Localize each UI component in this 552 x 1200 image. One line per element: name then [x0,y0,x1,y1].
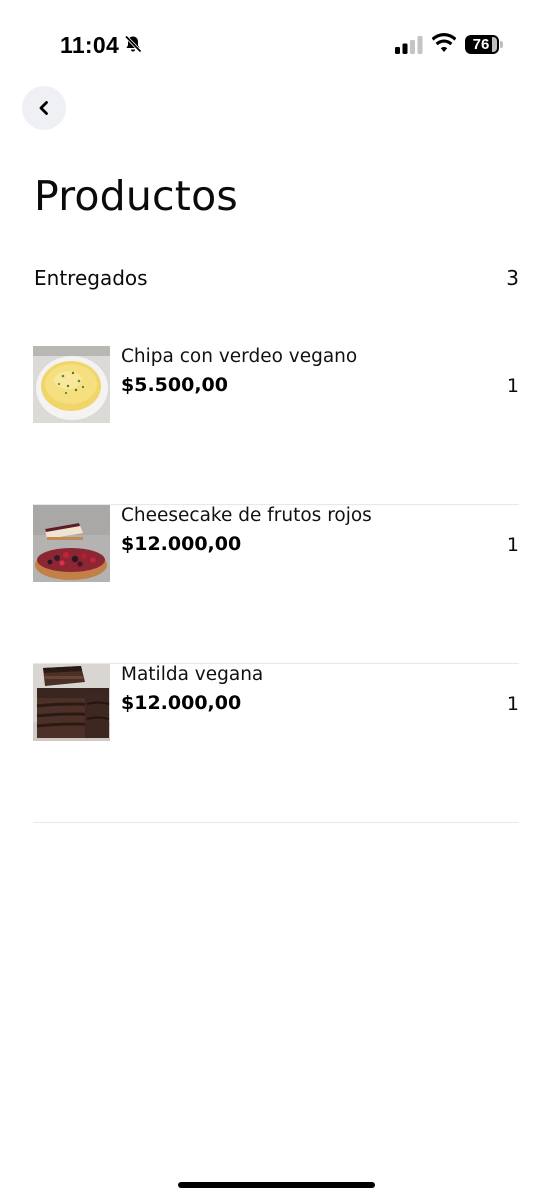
list-item[interactable]: Chipa con verdeo vegano $5.500,00 1 [33,346,519,505]
battery-icon: 76 [465,35,503,54]
section-label: Entregados [34,266,148,290]
signal-icon [395,36,423,54]
list-item[interactable]: Matilda vegana $12.000,00 1 [33,664,519,823]
product-price: $12.000,00 [121,692,242,714]
battery-level: 76 [472,36,490,53]
home-indicator[interactable] [178,1182,375,1188]
product-name: Matilda vegana [121,664,264,685]
product-name: Cheesecake de frutos rojos [121,505,372,526]
status-bar: 11:04 76 [0,0,552,90]
cheesecake-image [33,505,110,582]
product-price: $5.500,00 [121,374,228,396]
status-time: 11:04 [60,32,120,58]
product-list: Chipa con verdeo vegano $5.500,00 1 Chee… [33,346,519,823]
product-quantity: 1 [506,534,519,556]
product-name: Chipa con verdeo vegano [121,346,358,367]
bell-slash-icon [123,34,143,54]
section-count: 3 [506,266,519,290]
list-item[interactable]: Cheesecake de frutos rojos $12.000,00 1 [33,505,519,664]
chocolate-cake-image [33,664,110,741]
product-quantity: 1 [506,375,519,397]
back-button[interactable] [22,86,66,130]
section-header: Entregados 3 [34,266,519,296]
product-price: $12.000,00 [121,533,242,555]
chipa-image [33,346,110,423]
wifi-icon [431,33,457,53]
product-quantity: 1 [506,693,519,715]
chevron-left-icon [39,101,48,115]
page-title: Productos [34,172,238,220]
